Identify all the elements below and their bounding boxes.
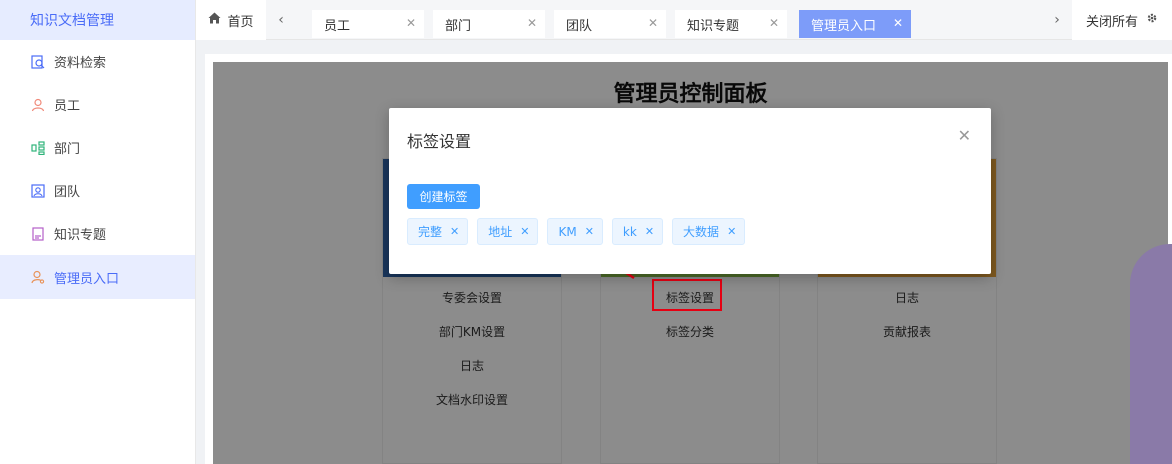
tag-list: 完整 ✕ 地址 ✕ KM ✕ kk ✕ 大数据 ✕ (407, 218, 746, 245)
tag-item[interactable]: 完整 ✕ (407, 218, 469, 245)
sidebar-item-staff[interactable]: 员工 (0, 83, 195, 126)
tab-staff[interactable]: 员工 ✕ (312, 10, 424, 38)
tag-label: 完整 (418, 225, 443, 239)
admin-icon (30, 269, 46, 285)
tag-settings-dialog: 标签设置 ✕ 创建标签 完整 ✕ 地址 ✕ KM ✕ kk ✕ 大数据 ✕ (389, 108, 991, 274)
close-icon[interactable]: ✕ (527, 16, 537, 30)
close-icon[interactable]: ✕ (450, 225, 459, 238)
sidebar: 知识文档管理 资料检索 员工 部门 团队 知识专题 管理员入口 (0, 0, 196, 464)
highlight-annotation (652, 279, 722, 311)
tabs-scroll-right-button[interactable]: › (1042, 0, 1072, 40)
close-icon[interactable]: ✕ (645, 225, 654, 238)
sidebar-item-label: 员工 (54, 99, 81, 114)
tab-label: 部门 (445, 18, 472, 34)
sidebar-item-search[interactable]: 资料检索 (0, 40, 195, 83)
close-icon[interactable]: ✕ (893, 16, 903, 30)
tag-label: 地址 (488, 225, 513, 239)
sidebar-item-label: 管理员入口 (54, 271, 120, 287)
close-icon[interactable]: ✕ (958, 126, 971, 145)
close-all-button[interactable]: 关闭所有 (1072, 0, 1172, 40)
chevron-left-icon: ‹ (278, 12, 284, 28)
tag-item[interactable]: 地址 ✕ (477, 218, 539, 245)
tab-label: 知识专题 (687, 18, 740, 34)
tag-label: 大数据 (683, 225, 720, 239)
close-all-label: 关闭所有 (1085, 14, 1138, 30)
sidebar-title: 知识文档管理 (0, 0, 195, 40)
dialog-title: 标签设置 (407, 132, 472, 151)
decorative-shape (1130, 244, 1172, 464)
close-icon[interactable]: ✕ (585, 225, 594, 238)
tab-label: 员工 (324, 18, 351, 34)
tag-item[interactable]: 大数据 ✕ (672, 218, 746, 245)
tabs-scroll-left-button[interactable]: ‹ (266, 0, 296, 40)
close-icon[interactable]: ✕ (727, 225, 736, 238)
tab-topic[interactable]: 知识专题 ✕ (675, 10, 787, 38)
tag-label: KM (558, 224, 577, 239)
tab-admin[interactable]: 管理员入口 ✕ (799, 10, 911, 38)
tab-home[interactable]: 首页 (196, 0, 266, 40)
tab-bar: 首页 ‹ 员工 ✕ 部门 ✕ 团队 ✕ 知识专题 ✕ 管理员入口 ✕ › 关闭所… (196, 0, 1172, 40)
sidebar-item-team[interactable]: 团队 (0, 169, 195, 212)
org-icon (30, 140, 46, 156)
sidebar-item-label: 部门 (54, 142, 81, 157)
sidebar-item-department[interactable]: 部门 (0, 126, 195, 169)
close-icon[interactable]: ✕ (406, 16, 416, 30)
close-icon[interactable]: ✕ (648, 16, 658, 30)
close-icon[interactable]: ✕ (769, 16, 779, 30)
topic-icon (30, 226, 46, 242)
tab-team[interactable]: 团队 ✕ (554, 10, 666, 38)
sidebar-item-label: 知识专题 (54, 228, 107, 243)
tab-label: 管理员入口 (811, 18, 877, 34)
tag-item[interactable]: KM ✕ (547, 218, 603, 245)
tab-department[interactable]: 部门 ✕ (433, 10, 545, 38)
search-doc-icon (30, 54, 46, 70)
close-icon[interactable]: ✕ (520, 225, 529, 238)
home-icon (208, 12, 221, 28)
tag-label: kk (622, 224, 637, 239)
team-icon (30, 183, 46, 199)
tab-label: 团队 (566, 18, 593, 34)
tab-home-label: 首页 (227, 14, 254, 30)
chevron-right-icon: › (1054, 12, 1060, 28)
sidebar-item-label: 资料检索 (54, 56, 107, 71)
user-icon (30, 97, 46, 113)
sidebar-item-admin[interactable]: 管理员入口 (0, 255, 195, 299)
gear-icon (1146, 12, 1158, 28)
create-tag-button[interactable]: 创建标签 (407, 184, 480, 209)
sidebar-item-topic[interactable]: 知识专题 (0, 212, 195, 255)
tag-item[interactable]: kk ✕ (611, 218, 664, 245)
sidebar-item-label: 团队 (54, 185, 81, 200)
